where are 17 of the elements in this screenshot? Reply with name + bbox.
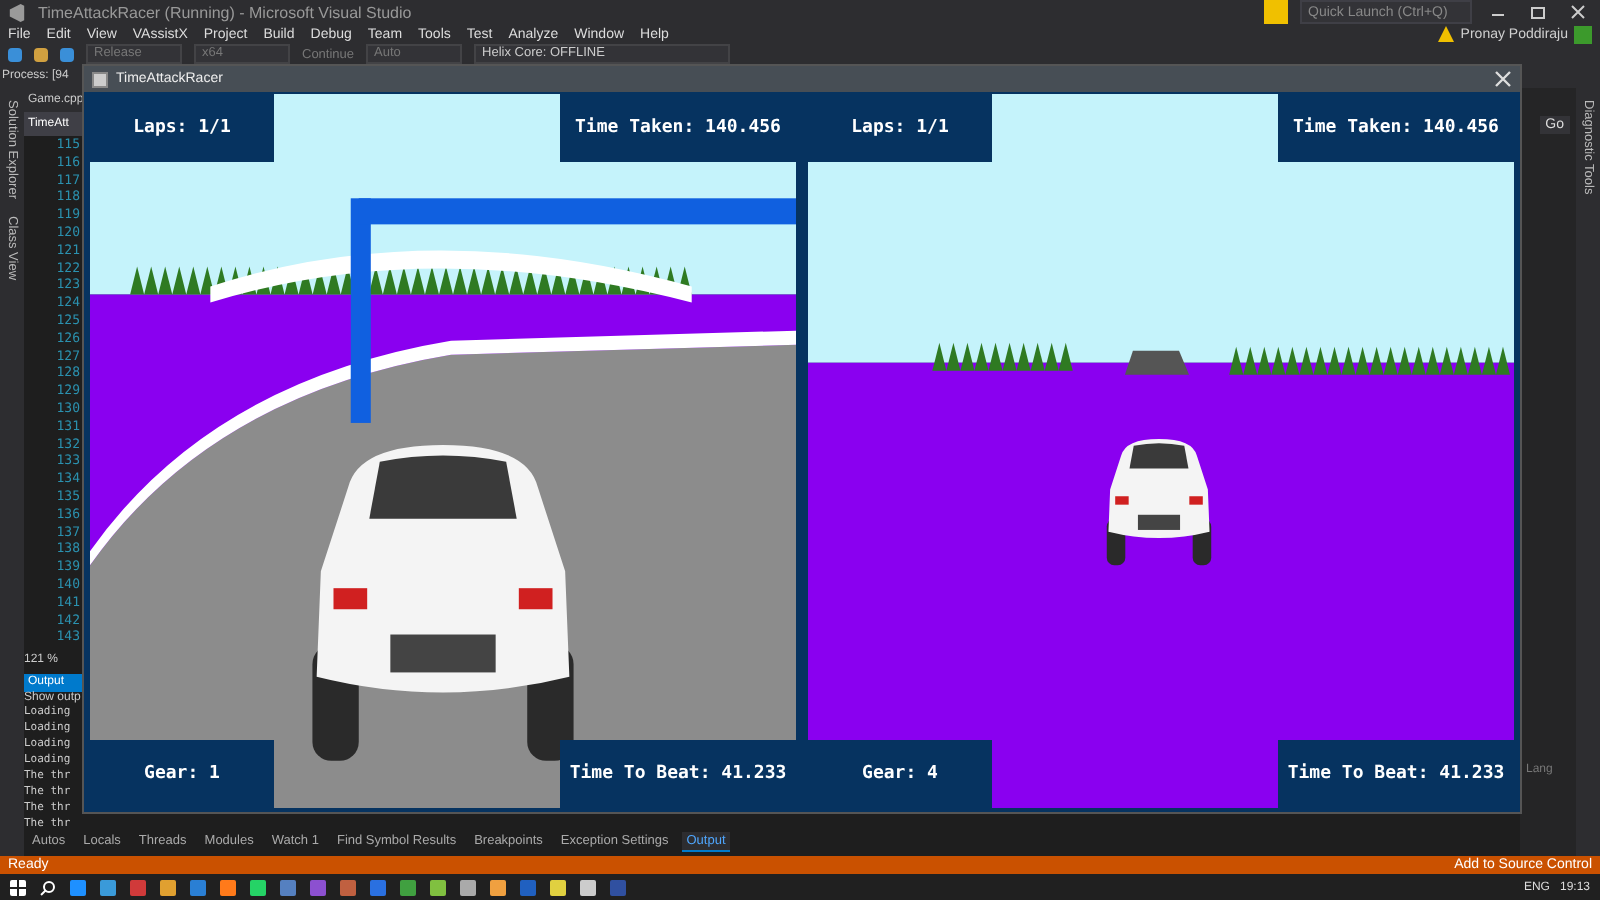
window-title: TimeAttackRacer (Running) - Microsoft Visual Studio	[38, 3, 414, 21]
gear-readout: Gear: 4	[808, 740, 992, 808]
windows-start-icon[interactable]	[10, 879, 26, 895]
time-to-beat-readout: Time To Beat: 41.233	[560, 740, 796, 808]
time-taken-readout: Time Taken: 140.456	[560, 94, 796, 162]
gear-readout: Gear: 1	[90, 740, 274, 808]
car-drawing	[1106, 438, 1212, 566]
app-logo-icon	[8, 3, 26, 21]
laps-readout: Laps: 1/1	[808, 94, 992, 162]
tree-line-drawing	[932, 342, 1073, 371]
ramp-drawing	[1124, 350, 1190, 375]
close-icon[interactable]	[1494, 70, 1512, 88]
time-taken-readout: Time Taken: 140.456	[1278, 94, 1514, 162]
time-to-beat-readout: Time To Beat: 41.233	[1278, 740, 1514, 808]
window-icon	[92, 71, 108, 87]
search-icon[interactable]	[40, 879, 56, 895]
laps-readout: Laps: 1/1	[90, 94, 274, 162]
